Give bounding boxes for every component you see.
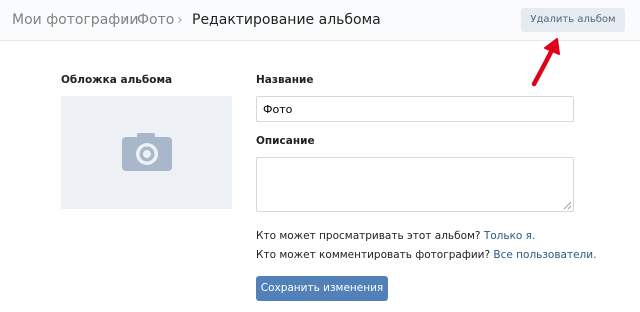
view-privacy-row: Кто может просматривать этот альбом? Тол… xyxy=(256,230,535,242)
album-description-textarea[interactable] xyxy=(256,157,574,212)
breadcrumb-photos[interactable]: Фото xyxy=(137,11,174,29)
resize-grip-icon[interactable] xyxy=(563,201,572,210)
camera-icon xyxy=(122,133,172,171)
name-label: Название xyxy=(256,74,314,86)
annotation-arrow-icon xyxy=(531,38,560,87)
delete-album-button[interactable]: Удалить альбом xyxy=(521,8,625,32)
album-edit-page: Мои фотографии › Фото › Редактирование а… xyxy=(0,0,640,312)
description-label: Описание xyxy=(256,135,315,147)
cover-label: Обложка альбома xyxy=(61,74,173,86)
comment-privacy-question: Кто может комментировать фотографии? xyxy=(256,249,491,261)
view-privacy-question: Кто может просматривать этот альбом? xyxy=(256,230,481,242)
save-changes-button[interactable]: Сохранить изменения xyxy=(256,276,388,301)
comment-privacy-link[interactable]: Все пользователи. xyxy=(493,249,596,261)
breadcrumb-separator: › xyxy=(177,12,183,28)
page-title: Редактирование альбома xyxy=(192,12,381,28)
breadcrumb-my-photos[interactable]: Мои фотографии xyxy=(12,11,138,29)
view-privacy-link[interactable]: Только я. xyxy=(484,230,536,242)
album-name-input[interactable] xyxy=(256,96,574,122)
album-cover-placeholder[interactable] xyxy=(61,96,232,209)
breadcrumb-separator: › xyxy=(122,12,128,28)
comment-privacy-row: Кто может комментировать фотографии? Все… xyxy=(256,249,596,261)
